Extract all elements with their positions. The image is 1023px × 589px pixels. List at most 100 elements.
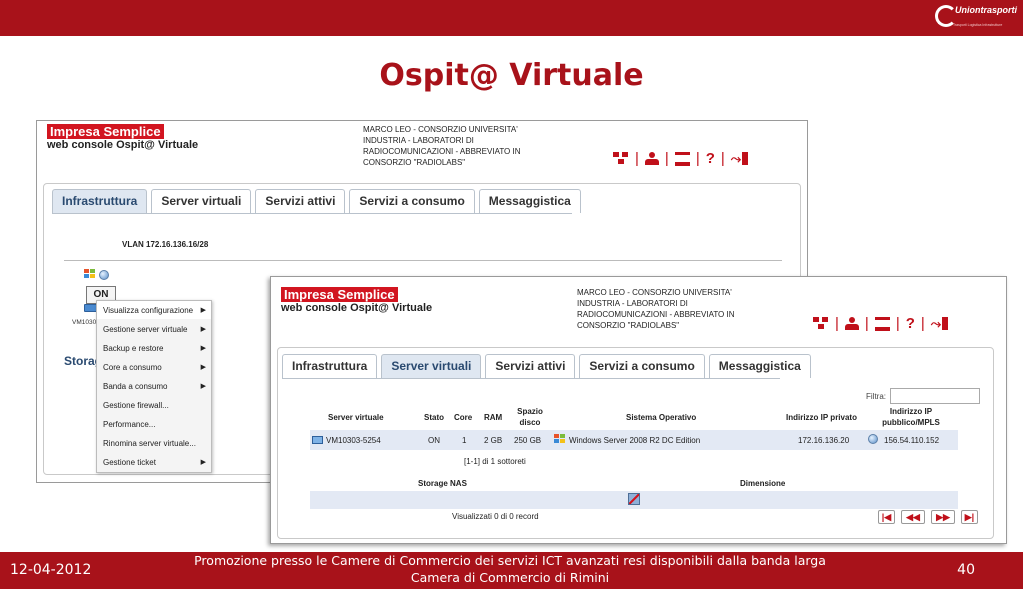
filter-input[interactable] [890, 388, 980, 404]
menu-item-label: Banda a consumo [103, 382, 168, 391]
console-title: web console Ospit@ Virtuale [47, 139, 199, 151]
slide-footer: 12-04-2012 Promozione presso le Camere d… [0, 552, 1023, 589]
user-info: MARCO LEO - CONSORZIO UNIVERSITA' INDUST… [577, 287, 767, 331]
cell-spazio-disco: 250 GB [514, 436, 542, 445]
console-title: web console Ospit@ Virtuale [281, 302, 433, 314]
cell-ip-pubblico: 156.54.110.152 [868, 434, 939, 445]
last-page-button[interactable]: ▶| [961, 510, 978, 524]
tab-messaggistica[interactable]: Messaggistica [708, 354, 811, 378]
network-icon[interactable] [813, 317, 829, 330]
menu-item-core-a-consumo[interactable]: Core a consumo ▶ [97, 358, 211, 377]
menu-item-visualizza-configurazione[interactable]: Visualizza configurazione ▶ [97, 301, 211, 320]
brand-logo: Impresa Semplice [47, 124, 164, 139]
user-icon[interactable] [844, 316, 859, 331]
next-page-button[interactable]: ▶▶ [931, 510, 955, 524]
brand-logo: Impresa Semplice [281, 287, 398, 302]
header-line: Indirizzo IP [889, 407, 933, 416]
cell-server-name[interactable]: VM10303-5254 [312, 436, 381, 445]
cell-ip-privato: 172.16.136.20 [798, 436, 850, 445]
menu-item-label: Visualizza configurazione [103, 306, 194, 315]
cell-sistema-operativo: Windows Server 2008 R2 DC Edition [554, 434, 700, 445]
separator: | [864, 315, 869, 332]
menu-item-backup-e-restore[interactable]: Backup e restore ▶ [97, 339, 211, 358]
tab-bar: Infrastruttura Server virtuali Servizi a… [282, 354, 811, 378]
tab-servizi-a-consumo[interactable]: Servizi a consumo [349, 189, 475, 213]
menu-item-banda-a-consumo[interactable]: Banda a consumo ▶ [97, 377, 211, 396]
logout-icon[interactable]: ⤳ [731, 151, 749, 167]
logo-subtitle: Trasporti Logistica Infrastrutture [953, 23, 1003, 27]
header-line: pubblico/MPLS [882, 418, 940, 427]
col-header-ip-pubblico: Indirizzo IP pubblico/MPLS [876, 406, 946, 428]
menu-item-label: Core a consumo [103, 363, 162, 372]
page-number: 40 [957, 562, 975, 578]
col-header-core: Core [454, 413, 473, 422]
header-icons: | | | ? | ⤳ [813, 315, 949, 332]
tab-servizi-attivi[interactable]: Servizi attivi [485, 354, 576, 378]
os-text: Windows Server 2008 R2 DC Edition [569, 436, 701, 445]
tab-underline [52, 213, 572, 214]
menu-item-label: Gestione ticket [103, 458, 156, 467]
menu-item-gestione-server-virtuale[interactable]: Gestione server virtuale ▶ [97, 320, 211, 339]
header-line: disco [519, 418, 541, 427]
monitor-icon [312, 436, 323, 444]
submenu-arrow-icon: ▶ [200, 326, 206, 333]
submenu-arrow-icon: ▶ [200, 307, 206, 314]
user-line: RADIOCOMUNICAZIONI - ABBREVIATO IN [577, 310, 735, 319]
help-icon[interactable]: ? [906, 315, 915, 332]
tab-messaggistica[interactable]: Messaggistica [478, 189, 581, 213]
network-icon[interactable] [613, 152, 629, 165]
tab-servizi-attivi[interactable]: Servizi attivi [255, 189, 346, 213]
menu-item-performance[interactable]: Performance... [97, 415, 211, 434]
prev-page-button[interactable]: ◀◀ [901, 510, 925, 524]
vm-status-icons [84, 269, 109, 280]
submenu-arrow-icon: ▶ [200, 459, 206, 466]
menu-item-gestione-firewall[interactable]: Gestione firewall... [97, 396, 211, 415]
col-header-dimensione: Dimensione [740, 479, 786, 488]
logo-text: Uniontrasporti [955, 5, 1017, 15]
records-info: Visualizzati 0 di 0 record [452, 512, 539, 521]
header-icons: | | | ? | ⤳ [613, 150, 749, 167]
tab-server-virtuali[interactable]: Server virtuali [381, 354, 482, 378]
logout-icon[interactable]: ⤳ [931, 316, 949, 332]
tab-servizi-a-consumo[interactable]: Servizi a consumo [579, 354, 705, 378]
col-header-server-virtuale: Server virtuale [328, 413, 384, 422]
ip-pub-text: 156.54.110.152 [884, 436, 940, 445]
user-line: INDUSTRIA - LABORATORI DI [577, 299, 688, 308]
help-icon[interactable]: ? [706, 150, 715, 167]
menu-item-gestione-ticket[interactable]: Gestione ticket ▶ [97, 453, 211, 472]
vlan-divider [64, 260, 782, 261]
cart-icon[interactable] [874, 316, 890, 331]
no-storage-icon [628, 493, 640, 505]
menu-item-rinomina-server-virtuale[interactable]: Rinomina server virtuale... [97, 434, 211, 453]
footer-line: Promozione presso le Camere di Commercio… [194, 553, 826, 568]
first-page-button[interactable]: |◀ [878, 510, 895, 524]
windows-icon [84, 269, 96, 280]
separator: | [720, 150, 725, 167]
user-line: INDUSTRIA - LABORATORI DI [363, 136, 474, 145]
pagination-info: [1-1] di 1 sottoreti [464, 457, 526, 466]
submenu-arrow-icon: ▶ [200, 364, 206, 371]
slide-title: Ospit@ Virtuale [379, 58, 644, 93]
tab-bar: Infrastruttura Server virtuali Servizi a… [52, 189, 581, 213]
menu-item-label: Backup e restore [103, 344, 164, 353]
col-header-spazio-disco: Spazio disco [512, 406, 548, 428]
menu-item-label: Rinomina server virtuale... [103, 439, 196, 448]
submenu-arrow-icon: ▶ [200, 383, 206, 390]
pager: |◀ ◀◀ ▶▶ ▶| [878, 510, 978, 524]
separator: | [635, 150, 639, 167]
cart-icon[interactable] [674, 151, 690, 166]
menu-item-label: Performance... [103, 420, 156, 429]
user-info: MARCO LEO - CONSORZIO UNIVERSITA' INDUST… [363, 124, 553, 168]
tab-server-virtuali[interactable]: Server virtuali [151, 189, 252, 213]
separator: | [835, 315, 839, 332]
col-header-ram: RAM [484, 413, 503, 422]
menu-item-label: Gestione server virtuale [103, 325, 188, 334]
tab-infrastruttura[interactable]: Infrastruttura [52, 189, 148, 213]
uniontrasporti-logo: Uniontrasporti Trasporti Logistica Infra… [933, 1, 1017, 34]
user-icon[interactable] [644, 151, 659, 166]
server-name-text: VM10303-5254 [326, 436, 381, 445]
tab-infrastruttura[interactable]: Infrastruttura [282, 354, 378, 378]
footer-date: 12-04-2012 [10, 562, 92, 578]
user-line: RADIOCOMUNICAZIONI - ABBREVIATO IN [363, 147, 521, 156]
cell-core: 1 [462, 436, 467, 445]
